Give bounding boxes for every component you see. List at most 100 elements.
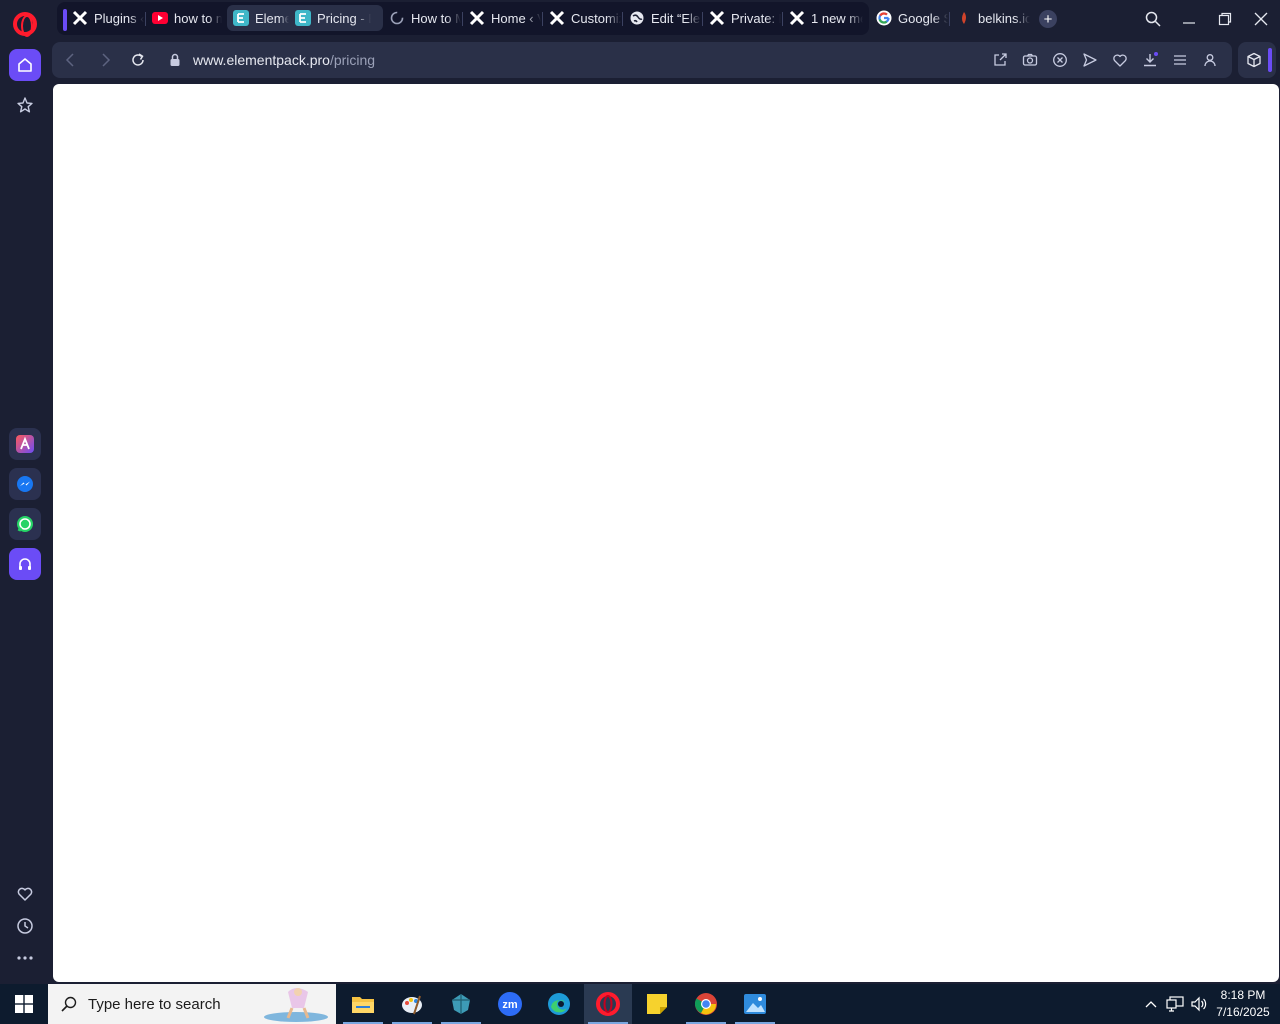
sidebar-more-button[interactable] <box>9 942 41 974</box>
tab-youtube[interactable]: how to m <box>146 5 222 31</box>
opera-app[interactable] <box>584 984 632 1024</box>
opera-icon <box>596 992 620 1016</box>
tab-google[interactable]: Google S <box>870 5 948 31</box>
tab-home[interactable]: Home ‹ V <box>463 5 541 31</box>
youtube-icon <box>152 10 168 26</box>
extensions-button[interactable] <box>1238 42 1276 78</box>
tab-private[interactable]: Private: E <box>703 5 781 31</box>
x-icon <box>709 10 725 26</box>
start-button[interactable] <box>0 984 48 1024</box>
bookmark-button[interactable] <box>1110 50 1130 70</box>
tab-search-button[interactable] <box>1141 8 1165 30</box>
url-field[interactable]: www.elementpack.pro/pricing <box>193 52 375 68</box>
tab-title: Private: E <box>731 10 781 26</box>
x-icon <box>789 10 805 26</box>
tab-strip: Plugins ‹ how to m Elemen Pricing - E Ho… <box>52 0 1280 38</box>
tab-edit[interactable]: Edit “Elem <box>623 5 701 31</box>
devtools-app[interactable] <box>437 984 485 1024</box>
star-icon <box>17 97 33 113</box>
heart-icon <box>1113 54 1127 67</box>
tab-title: Elemen <box>255 10 289 26</box>
diamond-app-icon <box>452 994 470 1014</box>
aria-button[interactable] <box>9 428 41 460</box>
tab-title: Pricing - E <box>317 10 371 26</box>
snapshot-button[interactable] <box>1020 50 1040 70</box>
taskbar-search[interactable]: Type here to search <box>48 984 336 1024</box>
tab-how-to[interactable]: How to M <box>383 5 461 31</box>
system-clock[interactable]: 8:18 PM 7/16/2025 <box>1214 987 1272 1021</box>
photos-icon <box>744 994 766 1014</box>
close-window-button[interactable] <box>1249 8 1273 30</box>
new-tab-button[interactable]: + <box>1039 10 1057 28</box>
messenger-icon <box>17 476 33 492</box>
adblock-button[interactable] <box>1050 50 1070 70</box>
headphones-icon <box>19 558 31 570</box>
page-viewport[interactable] <box>53 84 1279 982</box>
chevron-right-icon <box>102 53 111 67</box>
edge-icon <box>548 993 570 1015</box>
tab-title: Home ‹ V <box>491 10 541 26</box>
downloads-button[interactable] <box>1140 50 1160 70</box>
clock-time: 8:18 PM <box>1220 988 1266 1002</box>
site-security-button[interactable] <box>165 50 185 70</box>
minimize-icon <box>1183 22 1195 24</box>
favorites-button[interactable] <box>9 878 41 910</box>
opera-sidebar <box>0 0 50 984</box>
network-button[interactable] <box>1165 994 1185 1014</box>
speed-dial-button[interactable] <box>9 89 41 121</box>
tab-title: How to M <box>411 10 461 26</box>
photos-app[interactable] <box>731 984 779 1024</box>
tab-title: Plugins ‹ <box>94 10 144 26</box>
tab-plugins[interactable]: Plugins ‹ <box>66 5 144 31</box>
heart-icon <box>17 887 33 901</box>
tab-belkins[interactable]: belkins.io <box>950 5 1030 31</box>
chrome-app[interactable] <box>682 984 730 1024</box>
aria-icon <box>16 435 34 453</box>
block-icon <box>1053 53 1067 67</box>
easy-setup-button[interactable] <box>1170 50 1190 70</box>
folder-icon <box>352 997 374 1013</box>
share-button[interactable] <box>990 50 1010 70</box>
clock-icon <box>17 918 33 934</box>
zoom-app[interactable]: zm <box>486 984 534 1024</box>
x-icon <box>72 10 88 26</box>
speaker-icon <box>1191 996 1207 1012</box>
more-dots-icon <box>17 956 33 960</box>
music-player-button[interactable] <box>9 548 41 580</box>
minimize-button[interactable] <box>1177 8 1201 30</box>
tab-title: Edit “Elem <box>651 10 701 26</box>
back-button[interactable] <box>60 50 80 70</box>
whatsapp-button[interactable] <box>9 508 41 540</box>
show-hidden-icons-button[interactable] <box>1141 994 1161 1014</box>
reload-button[interactable] <box>128 50 148 70</box>
send-icon <box>1083 53 1097 67</box>
flow-button[interactable] <box>1080 50 1100 70</box>
tab-customize[interactable]: Customiz <box>543 5 621 31</box>
tab-new-message[interactable]: 1 new me <box>783 5 863 31</box>
cube-icon <box>1247 52 1261 68</box>
tab-title: Customiz <box>571 10 621 26</box>
paint-app[interactable] <box>388 984 436 1024</box>
clock-date: 7/16/2025 <box>1216 1005 1270 1019</box>
search-icon <box>61 996 77 1012</box>
loading-icon <box>389 10 405 26</box>
search-icon <box>1145 11 1161 27</box>
lock-icon <box>170 53 180 66</box>
opera-logo-icon[interactable] <box>13 12 37 37</box>
home-button[interactable] <box>9 49 41 81</box>
restore-button[interactable] <box>1213 8 1237 30</box>
messenger-button[interactable] <box>9 468 41 500</box>
globe-icon <box>629 10 645 26</box>
volume-button[interactable] <box>1189 994 1209 1014</box>
svg-text:zm: zm <box>502 999 518 1011</box>
history-button[interactable] <box>9 910 41 942</box>
sticky-notes-app[interactable] <box>633 984 681 1024</box>
close-icon <box>1254 12 1268 26</box>
edge-app[interactable] <box>535 984 583 1024</box>
plus-icon: + <box>1043 10 1053 28</box>
search-placeholder: Type here to search <box>88 996 221 1013</box>
forward-button[interactable] <box>96 50 116 70</box>
profile-button[interactable] <box>1200 50 1220 70</box>
file-explorer-app[interactable] <box>339 984 387 1024</box>
tab-elementpack-group[interactable]: Elemen Pricing - E <box>227 5 383 31</box>
